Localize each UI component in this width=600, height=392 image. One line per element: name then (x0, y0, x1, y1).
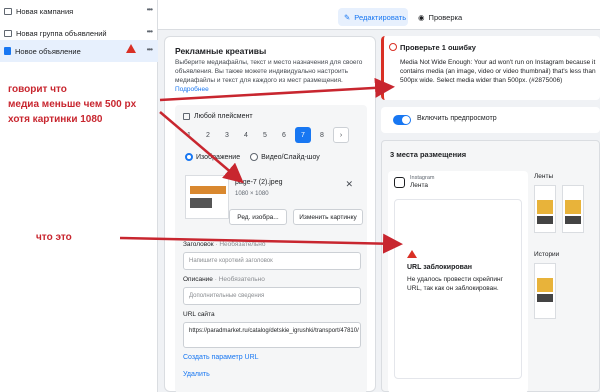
page-1[interactable]: 1 (181, 127, 197, 143)
creative-editor: Любой плейсмент 1 2 3 4 5 6 7 8 › Изобра… (175, 105, 367, 392)
story-thumbnail[interactable] (534, 263, 556, 319)
file-dimensions: 1080 × 1080 (235, 191, 269, 197)
stories-label: Истории (534, 251, 560, 258)
radio-video[interactable]: Видео/Слайд-шоу (250, 153, 320, 161)
media-item: page-7 (2).jpeg 1080 × 1080 ✕ Ред. изобр… (185, 175, 363, 231)
instagram-preview-card: Instagram Лента URL заблокирован Не удал… (388, 171, 528, 392)
headline-input[interactable]: Напишите короткий заголовок (183, 252, 361, 270)
description-label: Описание · Необязательно (183, 276, 265, 283)
review-button[interactable]: ◉ Проверка (418, 8, 478, 26)
folder-icon (4, 7, 12, 15)
blocked-url-box: URL заблокирован Не удалось провести скр… (394, 199, 522, 379)
feed-thumbnail[interactable] (562, 185, 584, 233)
edit-label: Редактировать (354, 12, 407, 22)
page-7[interactable]: 7 (295, 127, 311, 143)
placement-checkbox-row[interactable]: Любой плейсмент (183, 113, 253, 120)
radio-image[interactable]: Изображение (185, 153, 240, 161)
warning-icon (407, 250, 417, 258)
annotation-question: что это (36, 232, 72, 243)
media-thumbnail (185, 175, 229, 219)
radio-label: Видео/Слайд-шоу (261, 153, 320, 161)
top-bar: ✎ Редактировать ◉ Проверка (158, 0, 600, 30)
close-icon[interactable]: ✕ (345, 179, 353, 190)
learn-more-link[interactable]: Подробнее (175, 86, 209, 93)
change-image-button[interactable]: Изменить картинку (293, 209, 363, 225)
more-icon[interactable]: ••• (147, 5, 153, 14)
nav-item-label: Новая группа объявлений (16, 28, 107, 38)
instagram-icon (394, 177, 405, 188)
chevron-right-icon[interactable]: › (333, 127, 349, 143)
feed-thumbnail[interactable] (534, 185, 556, 233)
file-name: page-7 (2).jpeg (235, 179, 283, 186)
feeds-label: Ленты (534, 173, 554, 180)
placements-panel: 3 места размещения Instagram Лента URL з… (381, 140, 600, 392)
section-title: Рекламные креативы (175, 46, 267, 56)
annotation-line: говорит что (8, 84, 67, 95)
optional-text: · Необязательно (215, 241, 266, 248)
placement-label: Любой плейсмент (194, 113, 253, 120)
create-url-param-link[interactable]: Создать параметр URL (183, 354, 259, 361)
radio-dot[interactable] (185, 153, 193, 161)
feed-label: Лента (410, 182, 428, 189)
nav-item-ad[interactable]: Новое объявление ••• (0, 40, 158, 62)
headline-label: Заголовок · Необязательно (183, 241, 266, 248)
description-input[interactable]: Дополнительные сведения (183, 287, 361, 305)
page-5[interactable]: 5 (257, 127, 273, 143)
pencil-icon: ✎ (344, 12, 351, 22)
delete-link[interactable]: Удалить (183, 371, 210, 378)
annotation-line: медиа меньше чем 500 px (8, 99, 137, 110)
section-description: Выберите медиафайлы, текст и место назна… (175, 58, 367, 94)
more-icon[interactable]: ••• (147, 45, 153, 54)
placements-title: 3 места размещения (390, 150, 467, 159)
page-4[interactable]: 4 (238, 127, 254, 143)
preview-toggle-row: Включить предпросмотр (381, 107, 600, 133)
blocked-title: URL заблокирован (407, 264, 472, 271)
radio-label: Изображение (196, 153, 241, 161)
more-icon[interactable]: ••• (147, 27, 153, 36)
media-type-radios: Изображение Видео/Слайд-шоу (185, 153, 320, 161)
checkbox[interactable] (183, 113, 190, 120)
annotation-line: хотя картинки 1080 (8, 114, 103, 125)
description-label-text: Описание (183, 276, 213, 283)
page-2[interactable]: 2 (200, 127, 216, 143)
ad-icon (4, 47, 11, 55)
eye-icon: ◉ (418, 12, 425, 22)
nav-item-label: Новое объявление (15, 46, 81, 56)
instagram-label: Instagram (410, 175, 435, 181)
preview-label: Включить предпросмотр (417, 115, 497, 122)
error-icon (389, 43, 397, 51)
review-label: Проверка (428, 12, 463, 22)
error-title: Проверьте 1 ошибку (400, 43, 476, 52)
blocked-text: Не удалось провести скрейпинг URL, так к… (407, 276, 503, 292)
left-nav: Новая кампания ••• Новая группа объявлен… (0, 0, 158, 392)
url-label: URL сайта (183, 311, 215, 318)
warning-icon (126, 44, 136, 53)
page-3[interactable]: 3 (219, 127, 235, 143)
annotation-text: говорит что медиа меньше чем 500 px хотя… (8, 82, 136, 127)
preview-toggle[interactable] (393, 115, 411, 125)
ad-creative-panel: Рекламные креативы Выберите медиафайлы, … (164, 36, 376, 392)
description-text: Выберите медиафайлы, текст и место назна… (175, 59, 363, 84)
grid-icon (4, 29, 12, 37)
page-6[interactable]: 6 (276, 127, 292, 143)
edit-button[interactable]: ✎ Редактировать (338, 8, 408, 26)
edit-image-button[interactable]: Ред. изобра... (229, 209, 287, 225)
page-selector: 1 2 3 4 5 6 7 8 › (181, 127, 349, 143)
headline-label-text: Заголовок (183, 241, 214, 248)
error-panel: Проверьте 1 ошибку Media Not Wide Enough… (381, 36, 600, 100)
page-8[interactable]: 8 (314, 127, 330, 143)
optional-text: · Необязательно (214, 276, 265, 283)
radio-dot[interactable] (250, 153, 259, 161)
error-text: Media Not Wide Enough: Your ad won't run… (400, 59, 596, 84)
nav-item-campaign[interactable]: Новая кампания ••• (0, 0, 158, 22)
nav-item-label: Новая кампания (16, 6, 74, 16)
url-input[interactable]: https://paradmarket.ru/catalog/detskie_i… (183, 322, 361, 348)
